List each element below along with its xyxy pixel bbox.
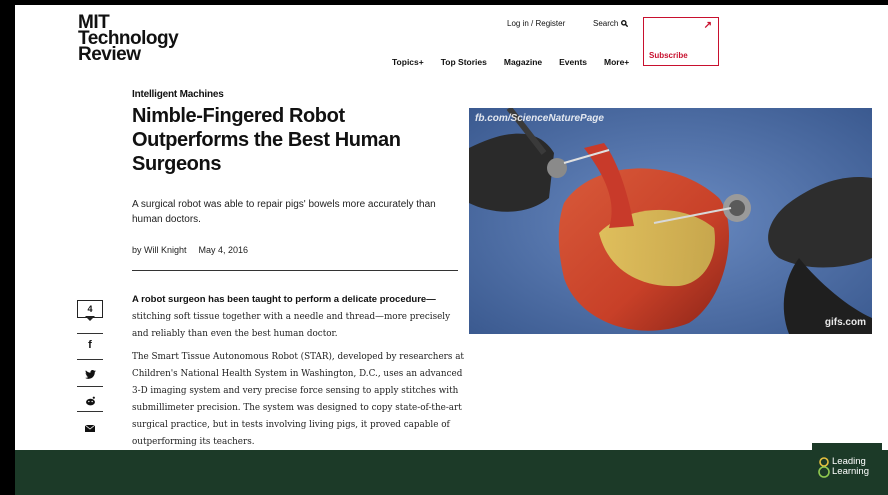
article-lead-paragraph: A robot surgeon has been taught to perfo… [132, 291, 462, 343]
share-divider [77, 386, 103, 387]
badge-line-2: Learning [832, 466, 869, 477]
reddit-icon[interactable] [77, 393, 103, 411]
article-headline: Nimble-Fingered Robot Outperforms the Be… [132, 105, 401, 175]
nav-events[interactable]: Events [559, 57, 587, 67]
login-register-link[interactable]: Log in / Register [507, 19, 565, 28]
leading-learning-logo-icon [818, 457, 830, 478]
leading-learning-badge: Leading Learning [812, 443, 882, 489]
hero-image-surgical-robot: fb.com/ScienceNaturePage gifs.com [469, 108, 872, 334]
watermark-gifs: gifs.com [824, 317, 866, 328]
share-divider [77, 333, 103, 334]
search-label: Search [593, 19, 619, 28]
share-divider [77, 359, 103, 360]
article-paragraph: The Smart Tissue Autonomous Robot (STAR)… [132, 352, 464, 447]
search-icon [621, 20, 629, 27]
nav-magazine[interactable]: Magazine [504, 57, 542, 67]
divider [132, 270, 458, 271]
share-divider [77, 411, 103, 412]
lead-rest: stitching soft tissue together with a ne… [132, 312, 451, 339]
nav-top-stories[interactable]: Top Stories [441, 57, 487, 67]
logo-line-3: Review [78, 44, 141, 65]
watermark-source: fb.com/ScienceNaturePage [475, 113, 604, 124]
main-nav: Topics+ Top Stories Magazine Events More… [392, 57, 646, 67]
email-icon[interactable] [77, 419, 103, 437]
article-category[interactable]: Intelligent Machines [132, 89, 224, 100]
author[interactable]: by Will Knight [132, 245, 187, 255]
nav-topics[interactable]: Topics+ [392, 57, 424, 67]
webpage: MIT Technology Review Log in / Register … [15, 5, 888, 450]
twitter-icon[interactable] [77, 366, 103, 384]
publish-date: May 4, 2016 [198, 245, 249, 255]
article-dek: A surgical robot was able to repair pigs… [132, 199, 436, 225]
subscribe-label: Subscribe [649, 51, 688, 60]
comment-count-button[interactable]: 4 [77, 300, 103, 322]
nav-more[interactable]: More+ [604, 57, 629, 67]
search-link[interactable]: Search [593, 19, 629, 28]
subscribe-button[interactable]: ↗ Subscribe [643, 17, 719, 66]
byline: by Will Knight May 4, 2016 [132, 245, 248, 255]
arrow-up-right-icon: ↗ [703, 20, 712, 31]
lead-bold: A robot surgeon has been taught to perfo… [132, 294, 436, 305]
leading-learning-text: Leading Learning [832, 457, 869, 477]
facebook-icon[interactable]: f [77, 339, 103, 351]
site-logo[interactable]: MIT Technology Review [78, 13, 179, 65]
presentation-footer-bar [15, 450, 888, 495]
speech-bubble-tail [85, 316, 95, 321]
